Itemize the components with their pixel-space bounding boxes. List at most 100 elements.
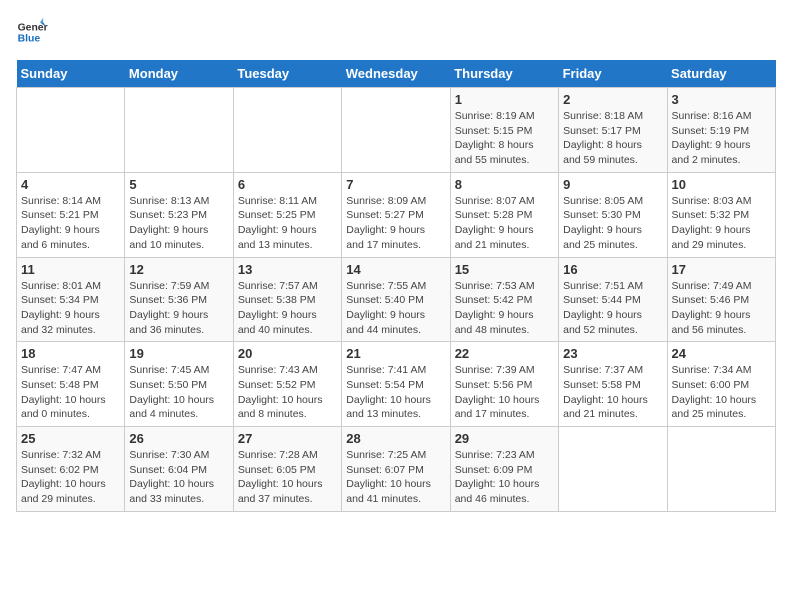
day-info: Sunrise: 8:11 AM Sunset: 5:25 PM Dayligh…	[238, 194, 337, 253]
column-header-monday: Monday	[125, 60, 233, 88]
day-number: 20	[238, 346, 337, 361]
calendar-cell: 12 Sunrise: 7:59 AM Sunset: 5:36 PM Dayli…	[125, 257, 233, 342]
calendar-cell	[559, 427, 667, 512]
calendar-cell: 9 Sunrise: 8:05 AM Sunset: 5:30 PM Daylig…	[559, 172, 667, 257]
day-number: 11	[21, 262, 120, 277]
day-info: Sunrise: 8:14 AM Sunset: 5:21 PM Dayligh…	[21, 194, 120, 253]
day-number: 18	[21, 346, 120, 361]
day-info: Sunrise: 7:32 AM Sunset: 6:02 PM Dayligh…	[21, 448, 120, 507]
calendar-cell: 27Sunrise: 7:28 AM Sunset: 6:05 PM Dayli…	[233, 427, 341, 512]
day-number: 28	[346, 431, 445, 446]
day-number: 10	[672, 177, 771, 192]
calendar-cell: 5 Sunrise: 8:13 AM Sunset: 5:23 PM Daylig…	[125, 172, 233, 257]
calendar-week-3: 11 Sunrise: 8:01 AM Sunset: 5:34 PM Dayli…	[17, 257, 776, 342]
page-header: General Blue	[16, 16, 776, 48]
column-header-friday: Friday	[559, 60, 667, 88]
calendar-cell: 4 Sunrise: 8:14 AM Sunset: 5:21 PM Daylig…	[17, 172, 125, 257]
calendar-cell: 1 Sunrise: 8:19 AM Sunset: 5:15 PM Daylig…	[450, 88, 558, 173]
day-number: 29	[455, 431, 554, 446]
calendar-header-row: SundayMondayTuesdayWednesdayThursdayFrid…	[17, 60, 776, 88]
calendar-cell: 24Sunrise: 7:34 AM Sunset: 6:00 PM Dayli…	[667, 342, 775, 427]
day-info: Sunrise: 7:39 AM Sunset: 5:56 PM Dayligh…	[455, 363, 554, 422]
day-info: Sunrise: 7:47 AM Sunset: 5:48 PM Dayligh…	[21, 363, 120, 422]
day-number: 7	[346, 177, 445, 192]
day-number: 12	[129, 262, 228, 277]
day-number: 15	[455, 262, 554, 277]
day-number: 8	[455, 177, 554, 192]
column-header-tuesday: Tuesday	[233, 60, 341, 88]
calendar-cell: 18 Sunrise: 7:47 AM Sunset: 5:48 PM Dayli…	[17, 342, 125, 427]
day-number: 2	[563, 92, 662, 107]
day-number: 22	[455, 346, 554, 361]
day-info: Sunrise: 7:53 AM Sunset: 5:42 PM Dayligh…	[455, 279, 554, 338]
calendar-cell: 21 Sunrise: 7:41 AM Sunset: 5:54 PM Dayli…	[342, 342, 450, 427]
day-info: Sunrise: 8:18 AM Sunset: 5:17 PM Dayligh…	[563, 109, 662, 168]
calendar-cell: 25 Sunrise: 7:32 AM Sunset: 6:02 PM Dayli…	[17, 427, 125, 512]
calendar-cell: 28 Sunrise: 7:25 AM Sunset: 6:07 PM Dayli…	[342, 427, 450, 512]
calendar-table: SundayMondayTuesdayWednesdayThursdayFrid…	[16, 60, 776, 512]
day-number: 25	[21, 431, 120, 446]
day-info: Sunrise: 7:43 AM Sunset: 5:52 PM Dayligh…	[238, 363, 337, 422]
day-number: 19	[129, 346, 228, 361]
day-info: Sunrise: 8:09 AM Sunset: 5:27 PM Dayligh…	[346, 194, 445, 253]
day-number: 21	[346, 346, 445, 361]
day-number: 14	[346, 262, 445, 277]
day-info: Sunrise: 7:51 AM Sunset: 5:44 PM Dayligh…	[563, 279, 662, 338]
column-header-thursday: Thursday	[450, 60, 558, 88]
day-info: Sunrise: 7:41 AM Sunset: 5:54 PM Dayligh…	[346, 363, 445, 422]
day-info: Sunrise: 8:13 AM Sunset: 5:23 PM Dayligh…	[129, 194, 228, 253]
calendar-week-1: 1 Sunrise: 8:19 AM Sunset: 5:15 PM Daylig…	[17, 88, 776, 173]
day-info: Sunrise: 7:37 AM Sunset: 5:58 PM Dayligh…	[563, 363, 662, 422]
calendar-cell: 6 Sunrise: 8:11 AM Sunset: 5:25 PM Daylig…	[233, 172, 341, 257]
day-info: Sunrise: 8:05 AM Sunset: 5:30 PM Dayligh…	[563, 194, 662, 253]
day-info: Sunrise: 7:49 AM Sunset: 5:46 PM Dayligh…	[672, 279, 771, 338]
calendar-cell: 22 Sunrise: 7:39 AM Sunset: 5:56 PM Dayli…	[450, 342, 558, 427]
calendar-cell	[233, 88, 341, 173]
day-number: 3	[672, 92, 771, 107]
calendar-cell: 11 Sunrise: 8:01 AM Sunset: 5:34 PM Dayli…	[17, 257, 125, 342]
day-info: Sunrise: 8:16 AM Sunset: 5:19 PM Dayligh…	[672, 109, 771, 168]
calendar-week-4: 18 Sunrise: 7:47 AM Sunset: 5:48 PM Dayli…	[17, 342, 776, 427]
day-info: Sunrise: 7:59 AM Sunset: 5:36 PM Dayligh…	[129, 279, 228, 338]
day-info: Sunrise: 7:30 AM Sunset: 6:04 PM Dayligh…	[129, 448, 228, 507]
day-number: 9	[563, 177, 662, 192]
day-number: 16	[563, 262, 662, 277]
calendar-cell: 17 Sunrise: 7:49 AM Sunset: 5:46 PM Dayli…	[667, 257, 775, 342]
calendar-cell: 19 Sunrise: 7:45 AM Sunset: 5:50 PM Dayli…	[125, 342, 233, 427]
column-header-saturday: Saturday	[667, 60, 775, 88]
logo: General Blue	[16, 16, 52, 48]
calendar-cell: 10 Sunrise: 8:03 AM Sunset: 5:32 PM Dayli…	[667, 172, 775, 257]
day-number: 26	[129, 431, 228, 446]
day-info: Sunrise: 7:45 AM Sunset: 5:50 PM Dayligh…	[129, 363, 228, 422]
day-number: 5	[129, 177, 228, 192]
calendar-cell: 16 Sunrise: 7:51 AM Sunset: 5:44 PM Dayli…	[559, 257, 667, 342]
day-number: 6	[238, 177, 337, 192]
calendar-cell	[667, 427, 775, 512]
calendar-cell: 14 Sunrise: 7:55 AM Sunset: 5:40 PM Dayli…	[342, 257, 450, 342]
day-number: 4	[21, 177, 120, 192]
logo-icon: General Blue	[16, 16, 48, 48]
calendar-cell: 20 Sunrise: 7:43 AM Sunset: 5:52 PM Dayli…	[233, 342, 341, 427]
day-info: Sunrise: 7:23 AM Sunset: 6:09 PM Dayligh…	[455, 448, 554, 507]
calendar-cell: 2 Sunrise: 8:18 AM Sunset: 5:17 PM Daylig…	[559, 88, 667, 173]
day-number: 1	[455, 92, 554, 107]
day-info: Sunrise: 7:55 AM Sunset: 5:40 PM Dayligh…	[346, 279, 445, 338]
day-info: Sunrise: 7:25 AM Sunset: 6:07 PM Dayligh…	[346, 448, 445, 507]
day-info: Sunrise: 8:07 AM Sunset: 5:28 PM Dayligh…	[455, 194, 554, 253]
column-header-wednesday: Wednesday	[342, 60, 450, 88]
day-number: 17	[672, 262, 771, 277]
day-number: 13	[238, 262, 337, 277]
day-number: 27	[238, 431, 337, 446]
calendar-cell: 29 Sunrise: 7:23 AM Sunset: 6:09 PM Dayli…	[450, 427, 558, 512]
calendar-cell: 13 Sunrise: 7:57 AM Sunset: 5:38 PM Dayli…	[233, 257, 341, 342]
day-number: 24	[672, 346, 771, 361]
day-info: Sunrise: 8:19 AM Sunset: 5:15 PM Dayligh…	[455, 109, 554, 168]
calendar-week-5: 25 Sunrise: 7:32 AM Sunset: 6:02 PM Dayli…	[17, 427, 776, 512]
calendar-cell	[342, 88, 450, 173]
day-number: 23	[563, 346, 662, 361]
day-info: Sunrise: 8:01 AM Sunset: 5:34 PM Dayligh…	[21, 279, 120, 338]
day-info: Sunrise: 7:57 AM Sunset: 5:38 PM Dayligh…	[238, 279, 337, 338]
day-info: Sunrise: 8:03 AM Sunset: 5:32 PM Dayligh…	[672, 194, 771, 253]
calendar-week-2: 4 Sunrise: 8:14 AM Sunset: 5:21 PM Daylig…	[17, 172, 776, 257]
column-header-sunday: Sunday	[17, 60, 125, 88]
